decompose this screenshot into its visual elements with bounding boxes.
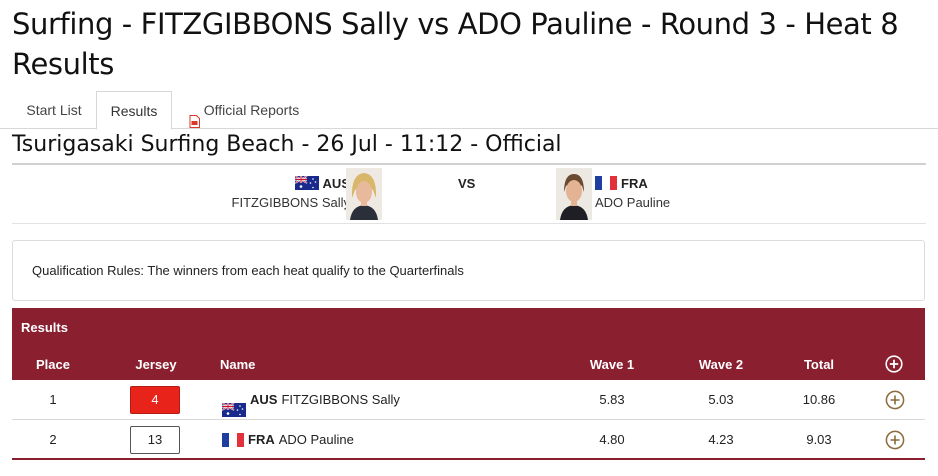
- page-title: Surfing - FITZGIBBONS Sally vs ADO Pauli…: [12, 7, 899, 81]
- qualification-rules-box: Qualification Rules: The winners from ea…: [12, 240, 925, 301]
- jersey-badge: 13: [130, 426, 180, 454]
- france-flag-icon: [222, 433, 244, 447]
- australia-flag-icon: [221, 393, 246, 417]
- athlete-right-photo: [556, 168, 592, 220]
- tab-official-reports[interactable]: Official Reports: [186, 91, 302, 129]
- australia-flag-icon: [294, 175, 319, 190]
- pdf-document-icon: [189, 104, 200, 128]
- place-cell: 2: [49, 432, 57, 447]
- qualification-rules-text: Qualification Rules: The winners from ea…: [32, 263, 464, 278]
- jersey-badge: 4: [130, 386, 180, 414]
- column-header-jersey: Jersey: [135, 357, 177, 372]
- expand-row-plus-icon[interactable]: [885, 390, 905, 410]
- tab-results[interactable]: Results: [96, 91, 172, 130]
- tab-start-list[interactable]: Start List: [12, 91, 96, 129]
- table-row[interactable]: 1 4 AUS FITZGIBBONS Sally 5.83 5.03 10.8…: [12, 380, 925, 420]
- event-venue-date-status: Tsurigasaki Surfing Beach - 26 Jul - 11:…: [12, 129, 926, 165]
- results-heading: Results: [21, 320, 68, 335]
- matchup-header: AUS FITZGIBBONS Sally VS FRA ADO Pauline: [12, 166, 926, 224]
- tab-bar: Start List Results Official Reports: [0, 91, 938, 130]
- wave2-score: 5.03: [708, 392, 734, 407]
- column-header-wave2: Wave 2: [698, 357, 744, 372]
- tab-official-reports-label: Official Reports: [203, 102, 300, 118]
- noc-code: FRA: [248, 432, 275, 447]
- column-header-total: Total: [803, 357, 835, 372]
- wave1-score: 4.80: [599, 432, 625, 447]
- noc-code: AUS: [250, 392, 278, 407]
- athlete-name: FITZGIBBONS Sally: [281, 392, 400, 407]
- athlete-right[interactable]: FRA ADO Pauline: [595, 174, 670, 210]
- place-cell: 1: [49, 392, 57, 407]
- athlete-right-noc: FRA: [621, 175, 648, 191]
- versus-label: VS: [458, 176, 476, 191]
- column-header-name: Name: [220, 357, 256, 372]
- total-score: 9.03: [806, 432, 832, 447]
- france-flag-icon: [595, 176, 617, 190]
- athlete-left[interactable]: AUS FITZGIBBONS Sally: [232, 174, 350, 210]
- athlete-left-name: FITZGIBBONS Sally: [231, 195, 350, 210]
- expand-all-plus-icon[interactable]: [885, 355, 903, 373]
- athlete-name-cell[interactable]: FRA ADO Pauline: [222, 420, 354, 460]
- athlete-name: ADO Pauline: [278, 432, 354, 447]
- column-header-wave1: Wave 1: [589, 357, 635, 372]
- athlete-right-name: ADO Pauline: [595, 195, 671, 210]
- table-row[interactable]: 2 13 FRA ADO Pauline 4.80 4.23 9.03: [12, 420, 925, 460]
- total-score: 10.86: [802, 392, 836, 407]
- wave1-score: 5.83: [599, 392, 625, 407]
- column-header-place: Place: [36, 357, 70, 372]
- athlete-name-cell[interactable]: AUS FITZGIBBONS Sally: [221, 380, 400, 420]
- athlete-left-photo: [346, 168, 382, 220]
- results-header: Results Place Jersey Name Wave 1 Wave 2 …: [12, 308, 925, 380]
- expand-row-plus-icon[interactable]: [885, 430, 905, 450]
- wave2-score: 4.23: [708, 432, 734, 447]
